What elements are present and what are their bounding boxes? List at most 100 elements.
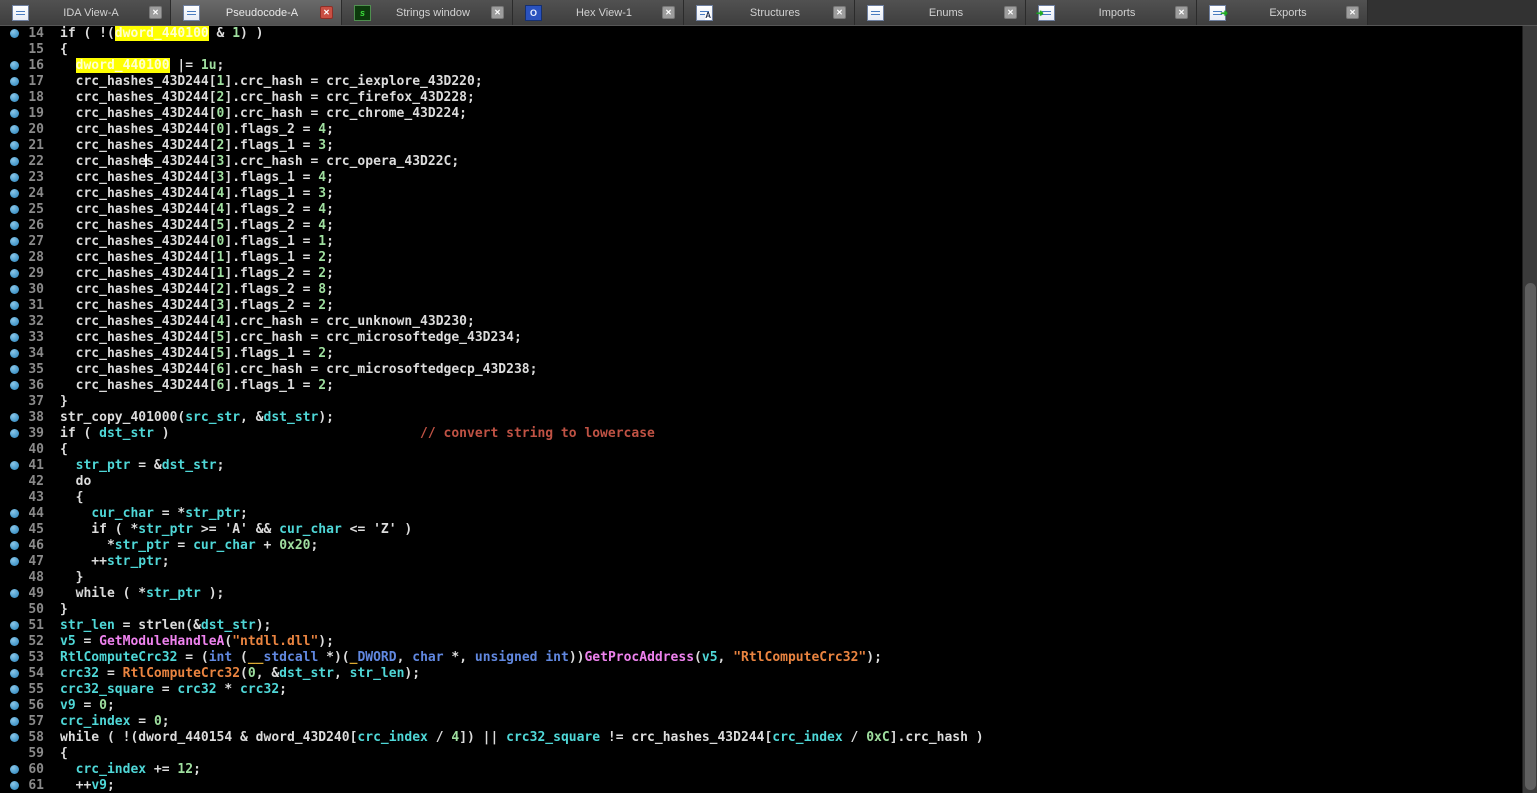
breakpoint-dot[interactable] [10,77,19,86]
breakpoint-dot[interactable] [10,589,19,598]
code-text: v9 = 0; [60,698,1522,714]
line-number: 28 [0,250,44,266]
breakpoint-dot[interactable] [10,173,19,182]
code-token: crc_hashes_43D244[ [60,186,217,201]
pseudocode-view[interactable]: 14if ( !(dword_440100 & 1) )15{16 dword_… [0,26,1537,793]
code-line: 22 crc_hashes_43D244[3].crc_hash = crc_o… [0,154,1522,170]
code-token: { [60,442,68,457]
scrollbar-thumb[interactable] [1525,283,1536,790]
breakpoint-dot[interactable] [10,301,19,310]
close-icon[interactable]: ✕ [320,6,333,19]
breakpoint-dot[interactable] [10,349,19,358]
breakpoint-dot[interactable] [10,29,19,38]
code-token: != crc_hashes_43D244[ [600,730,772,745]
code-text: if ( !(dword_440100 & 1) ) [60,26,1522,42]
breakpoint-dot[interactable] [10,413,19,422]
breakpoint-dot[interactable] [10,317,19,326]
code-token: 2 [318,378,326,393]
breakpoint-dot[interactable] [10,541,19,550]
code-token: 3 [318,138,326,153]
code-text: crc_hashes_43D244[5].flags_2 = 4; [60,218,1522,234]
code-line: 32 crc_hashes_43D244[4].crc_hash = crc_u… [0,314,1522,330]
breakpoint-dot[interactable] [10,701,19,710]
breakpoint-dot[interactable] [10,141,19,150]
breakpoint-dot[interactable] [10,157,19,166]
close-icon[interactable]: ✕ [1175,6,1188,19]
tab-hex-view-1[interactable]: Hex View-1✕ [513,0,684,25]
code-token: = * [154,506,185,521]
tab-enums[interactable]: Enums✕ [855,0,1026,25]
code-line: 58while ( !(dword_440154 & dword_43D240[… [0,730,1522,746]
gutter: 17 [0,74,60,90]
code-token: } [60,602,68,617]
tab-pseudocode-a[interactable]: Pseudocode-A✕ [171,0,342,25]
breakpoint-dot[interactable] [10,461,19,470]
breakpoint-dot[interactable] [10,381,19,390]
line-number: 19 [0,106,44,122]
breakpoint-dot[interactable] [10,285,19,294]
tab-label: Strings window [375,7,491,19]
code-token: ; [279,682,287,697]
close-icon[interactable]: ✕ [833,6,846,19]
breakpoint-dot[interactable] [10,61,19,70]
close-icon[interactable]: ✕ [491,6,504,19]
code-token: ); [318,410,334,425]
breakpoint-dot[interactable] [10,333,19,342]
tab-structures[interactable]: Structures✕ [684,0,855,25]
breakpoint-dot[interactable] [10,93,19,102]
breakpoint-dot[interactable] [10,733,19,742]
breakpoint-dot[interactable] [10,685,19,694]
tab-ida-view-a[interactable]: IDA View-A✕ [0,0,171,25]
breakpoint-dot[interactable] [10,221,19,230]
code-token: 8 [318,282,326,297]
tab-imports[interactable]: Imports✕ [1026,0,1197,25]
code-text: crc_hashes_43D244[5].crc_hash = crc_micr… [60,330,1522,346]
breakpoint-dot[interactable] [10,189,19,198]
code-token: 12 [177,762,193,777]
code-line: 26 crc_hashes_43D244[5].flags_2 = 4; [0,218,1522,234]
breakpoint-dot[interactable] [10,509,19,518]
close-icon[interactable]: ✕ [1346,6,1359,19]
breakpoint-dot[interactable] [10,765,19,774]
line-number: 51 [0,618,44,634]
gutter: 37 [0,394,60,410]
breakpoint-dot[interactable] [10,717,19,726]
breakpoint-dot[interactable] [10,205,19,214]
code-token: crc_hashes_43D244[ [60,282,217,297]
close-icon[interactable]: ✕ [1004,6,1017,19]
breakpoint-dot[interactable] [10,621,19,630]
code-token: crc32 [240,682,279,697]
exports-icon [1209,5,1226,21]
breakpoint-dot[interactable] [10,653,19,662]
breakpoint-dot[interactable] [10,557,19,566]
breakpoint-dot[interactable] [10,237,19,246]
code-token: *, [444,650,475,665]
code-token: // convert string to lowercase [420,426,655,441]
breakpoint-dot[interactable] [10,525,19,534]
breakpoint-dot[interactable] [10,781,19,790]
breakpoint-dot[interactable] [10,429,19,438]
code-token: cur_char [91,506,154,521]
code-token: ]) || [459,730,506,745]
breakpoint-dot[interactable] [10,269,19,278]
code-token: 1u [201,58,217,73]
code-token: ; [311,538,319,553]
breakpoint-dot[interactable] [10,365,19,374]
gutter: 35 [0,362,60,378]
breakpoint-dot[interactable] [10,669,19,678]
code-token: *)( [318,650,349,665]
code-token: / [843,730,866,745]
gutter: 44 [0,506,60,522]
close-icon[interactable]: ✕ [662,6,675,19]
tab-strings-window[interactable]: Strings window✕ [342,0,513,25]
vertical-scrollbar[interactable] [1522,26,1537,793]
close-icon[interactable]: ✕ [149,6,162,19]
code-line: 52v5 = GetModuleHandleA("ntdll.dll"); [0,634,1522,650]
breakpoint-dot[interactable] [10,109,19,118]
code-area[interactable]: 14if ( !(dword_440100 & 1) )15{16 dword_… [0,26,1522,793]
breakpoint-dot[interactable] [10,125,19,134]
breakpoint-dot[interactable] [10,253,19,262]
code-token: 4 [318,218,326,233]
tab-exports[interactable]: Exports✕ [1197,0,1368,25]
breakpoint-dot[interactable] [10,637,19,646]
